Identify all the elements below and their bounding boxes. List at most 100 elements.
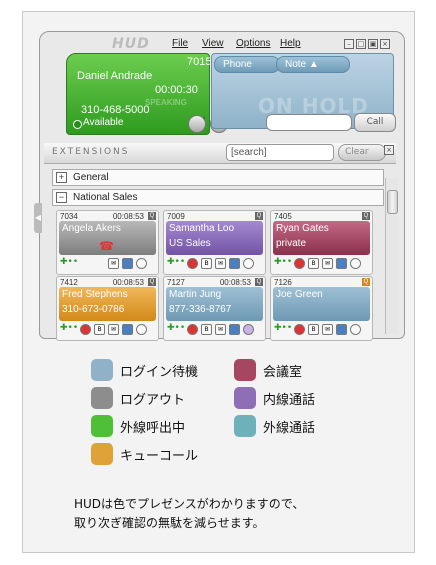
mobile-icon[interactable] [229,258,240,269]
record-icon[interactable] [187,258,198,269]
menu-view[interactable]: View [202,38,224,49]
status-text[interactable]: Available [83,117,123,128]
presence-band: Martin Jung 877-336-8767 [166,287,263,321]
legend-swatch [234,415,256,437]
mobile-icon[interactable] [229,324,240,335]
legend-label: 外線通話 [263,421,316,436]
email-icon[interactable]: ✉ [215,258,226,269]
extension-card[interactable]: 7009 Q Samantha Loo US Sales ✚•• B ✉ [163,210,266,275]
record-icon[interactable] [294,324,305,335]
card-ext: 7405 [274,212,292,221]
email-icon[interactable]: ✉ [322,324,333,335]
description-note: HUDは色でプレゼンスがわかりますので、 取り次ぎ確認の無駄を減らせます。 [74,495,304,533]
tab-note[interactable]: Note ▲ [276,56,350,73]
compact-icon[interactable]: □ [356,39,366,49]
group-national-sales[interactable]: − National Sales [52,189,384,206]
presence-band: Samantha Loo US Sales [166,221,263,255]
mail-icon[interactable] [188,115,206,133]
chat-icon[interactable] [350,324,361,335]
extension-card[interactable]: 7412 00:08:53 Q Fred Stephens 310-673-0786… [56,276,159,341]
barge-icon[interactable]: B [308,324,319,335]
extension-card[interactable]: 7127 00:08:53 Q Martin Jung 877-336-8767 ✚… [163,276,266,341]
user-extension: 7015 [187,56,212,68]
transfer-icon[interactable]: ✚•• [60,258,78,267]
mobile-icon[interactable] [122,324,133,335]
legend-swatch [91,415,113,437]
legend-label: キューコール [120,449,199,464]
user-timer: 00:00:30 [155,84,198,96]
chat-icon[interactable] [243,258,254,269]
queue-icon: Q [148,212,156,220]
card-name: Angela Akers [62,223,121,234]
tab-phone[interactable]: Phone [214,56,280,73]
legend-swatch [234,387,256,409]
email-icon[interactable]: ✉ [215,324,226,335]
dial-input[interactable] [266,114,352,131]
queue-icon: Q [362,212,370,220]
search-input[interactable]: [search] [226,144,334,161]
email-icon[interactable]: ✉ [322,258,333,269]
transfer-icon[interactable]: ✚•• [60,324,78,333]
menu-options[interactable]: Options [236,38,270,49]
legend-swatch [91,387,113,409]
presence-band: Fred Stephens 310-673-0786 [59,287,156,321]
extension-card[interactable]: 7034 00:08:53 Q Angela Akers ☎ ✚•• ✉ [56,210,159,275]
hud-window: HUD File View Options Help – □ ▣ × 7015 … [39,31,405,341]
email-icon[interactable]: ✉ [108,324,119,335]
email-icon[interactable]: ✉ [108,258,119,269]
record-icon[interactable] [80,324,91,335]
close-icon[interactable]: × [380,39,390,49]
close-extensions-icon[interactable]: × [384,145,394,155]
card-actions: ✚•• B ✉ [274,324,370,336]
card-actions: ✚•• B ✉ [167,324,263,336]
extensions-scrollbar[interactable] [385,178,398,334]
expand-icon[interactable]: + [56,172,67,183]
barge-icon[interactable]: B [308,258,319,269]
barge-icon[interactable]: B [94,324,105,335]
queue-icon: Q [255,212,263,220]
transfer-icon[interactable]: ✚•• [167,258,185,267]
card-ext: 7127 [167,278,185,287]
record-icon[interactable] [187,324,198,335]
maximize-icon[interactable]: ▣ [368,39,378,49]
record-icon[interactable] [294,258,305,269]
scrollbar-thumb[interactable] [387,190,398,214]
note-line-1: HUDは色でプレゼンスがわかりますので、 [74,497,305,511]
clear-button[interactable]: Clear [338,144,386,161]
menu-file[interactable]: File [172,38,188,49]
card-time: 00:08:53 [112,278,144,287]
collapse-arrow-icon[interactable]: ◀ [34,203,42,233]
chat-icon[interactable] [350,258,361,269]
barge-icon[interactable]: B [201,258,212,269]
group-general[interactable]: + General [52,169,384,186]
presence-band: Ryan Gates private [273,221,370,255]
card-name: Martin Jung [169,289,222,300]
chat-icon[interactable] [136,324,147,335]
card-detail: 310-673-0786 [62,304,125,315]
collapse-icon[interactable]: − [56,192,67,203]
status-dot-icon [73,120,82,129]
minimize-icon[interactable]: – [344,39,354,49]
barge-icon[interactable]: B [201,324,212,335]
mobile-icon[interactable] [336,324,347,335]
mobile-icon[interactable] [122,258,133,269]
transfer-icon[interactable]: ✚•• [274,258,292,267]
note-line-2: 取り次ぎ確認の無駄を減らせます。 [74,516,265,530]
menu-help[interactable]: Help [280,38,301,49]
call-button[interactable]: Call [354,113,396,132]
mobile-icon[interactable] [336,258,347,269]
transfer-icon[interactable]: ✚•• [167,324,185,333]
chat-icon[interactable] [243,324,254,335]
extension-card[interactable]: 7126 Q Joe Green ✚•• B ✉ [270,276,373,341]
speaking-watermark: SPEAKING [145,98,187,107]
chat-icon[interactable] [136,258,147,269]
card-time: 00:08:53 [112,212,144,221]
queue-icon: Q [362,278,370,286]
card-name: Ryan Gates [276,223,329,234]
legend-label: ログアウト [120,393,186,408]
legend-swatch [91,443,113,465]
transfer-icon[interactable]: ✚•• [274,324,292,333]
app-logo: HUD [112,36,150,52]
extensions-header: EXTENSIONS [search] Clear × [44,143,396,164]
extension-card[interactable]: 7405 Q Ryan Gates private ✚•• B ✉ [270,210,373,275]
